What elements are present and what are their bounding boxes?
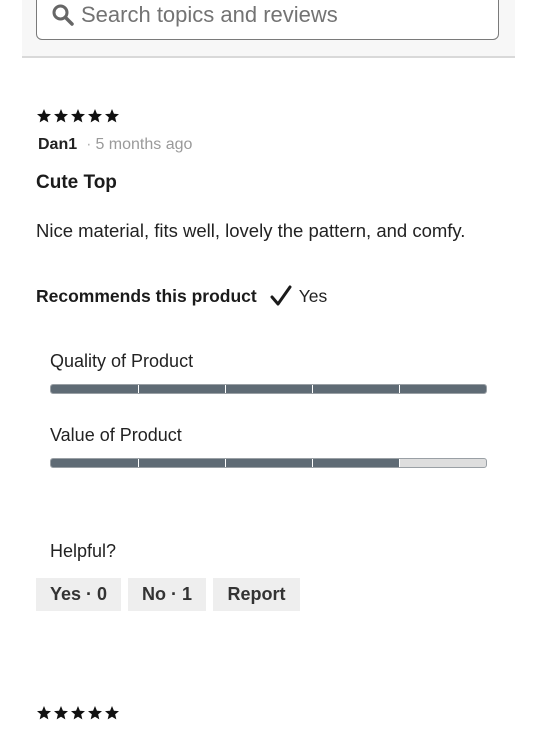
review-date: 5 months ago — [95, 136, 193, 153]
recommends-value: Yes — [298, 285, 328, 306]
search-icon — [52, 4, 74, 26]
star-icon — [88, 706, 102, 720]
star-icon — [37, 706, 51, 720]
helpful-yes-button[interactable]: Yes · 0 — [36, 578, 121, 611]
bar-segment-divider — [138, 459, 139, 467]
recommends-row: Recommends this product Yes — [36, 284, 327, 308]
star-icon — [105, 706, 119, 720]
star-icon — [88, 109, 102, 123]
helpful-no-button[interactable]: No · 1 — [128, 578, 206, 611]
value-label: Value of Product — [50, 425, 182, 445]
star-icon — [37, 109, 51, 123]
bar-segment-divider — [312, 385, 313, 393]
quality-label: Quality of Product — [50, 351, 194, 371]
star-icon — [54, 706, 68, 720]
quality-bar — [50, 384, 487, 394]
bar-segment-divider — [312, 459, 313, 467]
reviewer-info: Dan1 · 5 months ago — [38, 136, 192, 154]
next-review-star-rating — [36, 705, 120, 721]
checkmark-icon — [270, 285, 292, 306]
bar-segment-divider — [225, 385, 226, 393]
review-title: Cute Top — [36, 172, 117, 193]
recommends-label: Recommends this product — [36, 285, 257, 306]
star-rating — [36, 108, 120, 124]
star-icon — [71, 109, 85, 123]
separator-dot: · — [86, 136, 92, 153]
review-text: Nice material, fits well, lovely the pat… — [36, 220, 466, 241]
bar-segment-divider — [399, 459, 400, 467]
reviewer-name[interactable]: Dan1 — [38, 136, 77, 153]
star-icon — [105, 109, 119, 123]
search-input[interactable] — [81, 0, 481, 33]
star-icon — [71, 706, 85, 720]
search-box[interactable] — [36, 0, 499, 40]
report-button[interactable]: Report — [213, 578, 300, 611]
bar-segment-divider — [138, 385, 139, 393]
helpful-label: Helpful? — [50, 541, 117, 561]
quality-bar-fill — [51, 385, 486, 393]
bar-segment-divider — [225, 459, 226, 467]
value-bar — [50, 458, 487, 468]
star-icon — [54, 109, 68, 123]
bar-segment-divider — [399, 385, 400, 393]
